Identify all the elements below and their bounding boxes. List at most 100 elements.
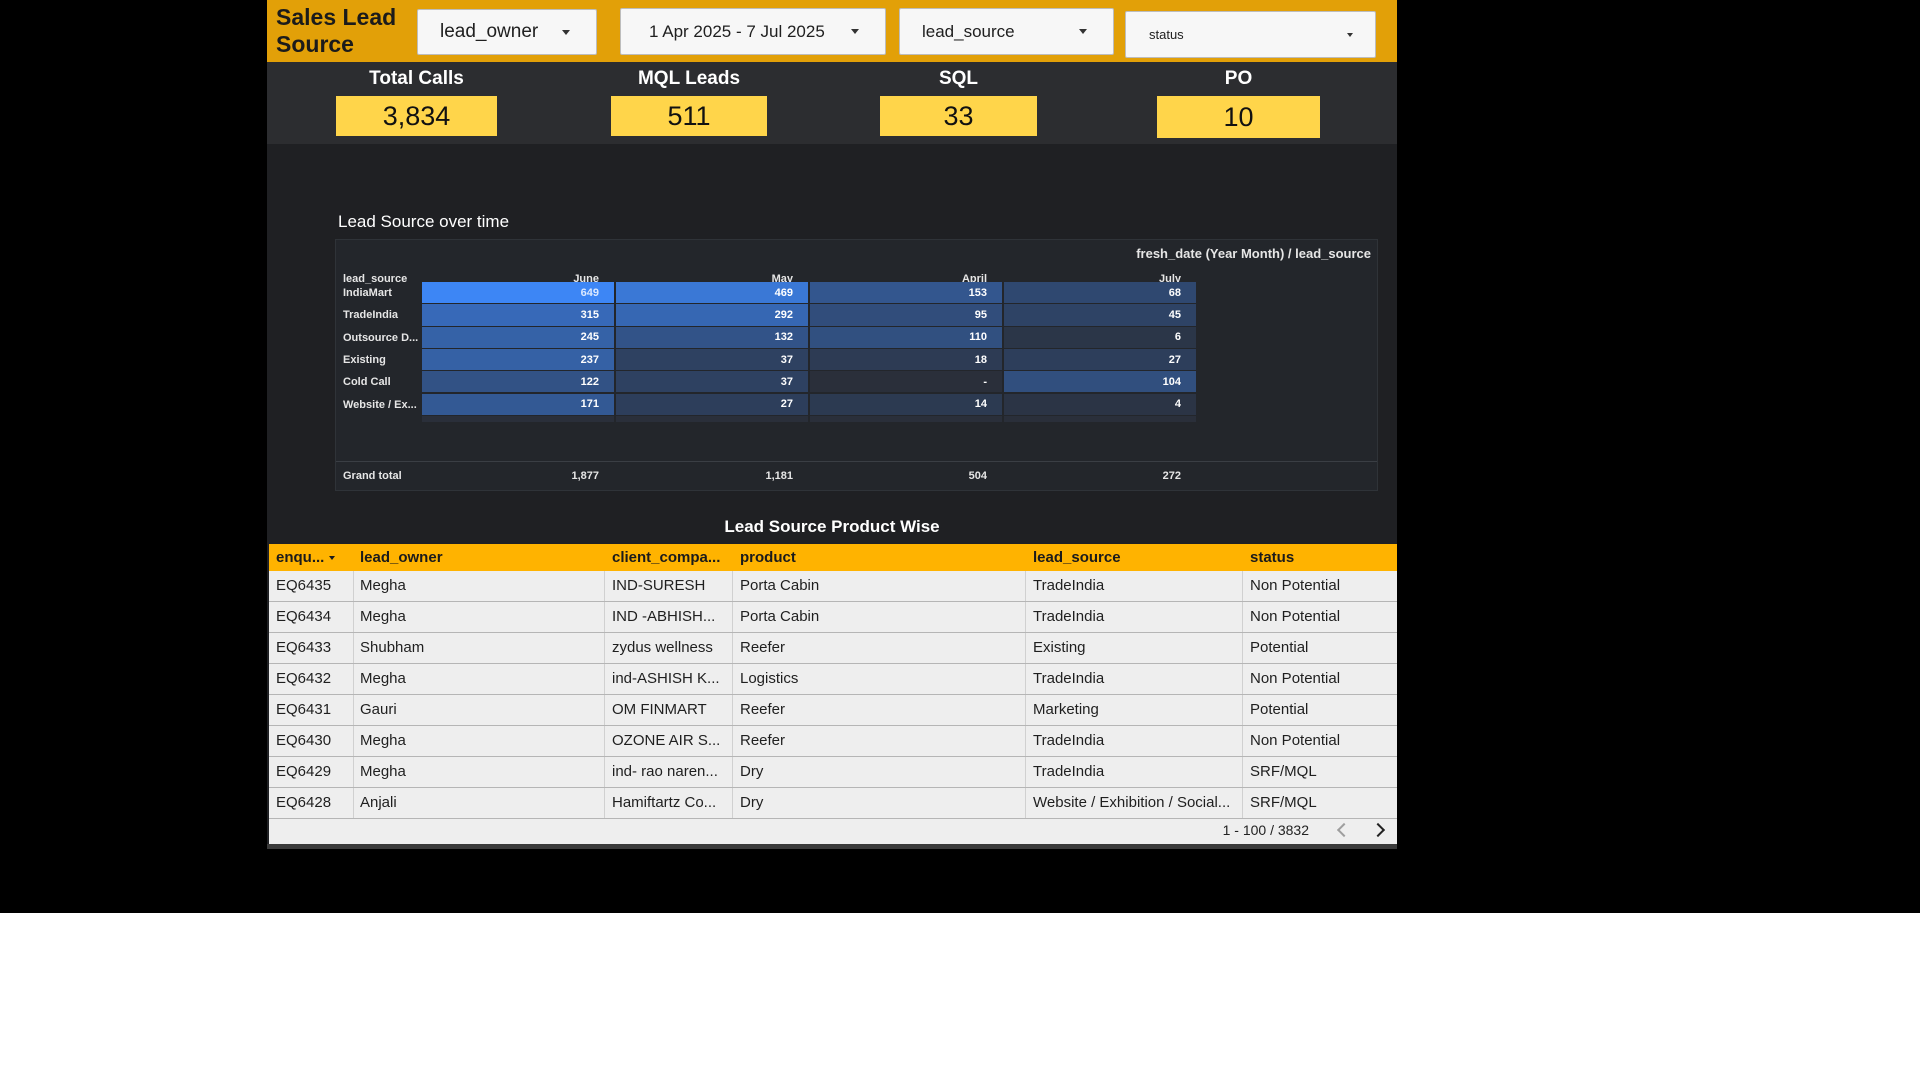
column-header-label: status <box>1250 549 1295 566</box>
grand-total-cell: 1,181 <box>765 470 793 482</box>
grand-total-cell: 504 <box>968 470 987 482</box>
dropdown-arrow-icon <box>1347 32 1353 37</box>
column-header[interactable]: lead_owner <box>360 544 443 571</box>
previous-page-icon[interactable] <box>1336 822 1352 838</box>
kpi-label: PO <box>1224 68 1253 89</box>
dropdown-arrow-icon <box>851 29 859 34</box>
grand-total-cell: 1,877 <box>571 470 599 482</box>
column-header-label: enqu... <box>276 549 325 566</box>
kpi-sql: SQL 33 <box>880 62 1037 136</box>
kpi-label: MQL Leads <box>637 68 741 89</box>
table-cell: EQ6432 <box>276 670 332 687</box>
table-row[interactable]: EQ6435 Megha IND-SURESH Porta Cabin TradeInd… <box>269 571 1397 602</box>
pivot-cell: 153 <box>810 282 1002 304</box>
kpi-value: 3,834 <box>336 96 497 136</box>
pivot-dimension-label: fresh_date (Year Month) / lead_source <box>1136 246 1371 261</box>
pivot-cell: 14 <box>810 393 1002 415</box>
dropdown-arrow-icon <box>1079 29 1087 34</box>
pivot-cell: 110 <box>810 326 1002 348</box>
page-title: Sales Lead Source <box>276 4 397 57</box>
kpi-po: PO 10 <box>1157 62 1320 138</box>
table-cell: TradeIndia <box>1033 577 1105 594</box>
column-header-label: lead_source <box>1033 549 1121 566</box>
table-cell: TradeIndia <box>1033 670 1105 687</box>
column-header[interactable]: lead_source <box>1033 544 1121 571</box>
column-header[interactable]: client_compa... <box>612 544 720 571</box>
pivot-cell: 315 <box>422 304 614 326</box>
table-row[interactable]: EQ6428 Anjali Hamiftartz Co... Dry Website /… <box>269 788 1397 819</box>
table-cell: Potential <box>1250 639 1309 656</box>
table-row[interactable]: EQ6432 Megha ind-ASHISH K... Logistics Trade… <box>269 664 1397 695</box>
pivot-row-header: lead_source <box>343 273 408 285</box>
table-row[interactable]: EQ6433 Shubham zydus wellness Reefer Existin… <box>269 633 1397 664</box>
table-cell: EQ6430 <box>276 732 332 749</box>
table-row[interactable]: EQ6430 Megha OZONE AIR S... Reefer TradeIndi… <box>269 726 1397 757</box>
grand-total-cell: 272 <box>1162 470 1181 482</box>
table-cell: Marketing <box>1033 701 1099 718</box>
pivot-row-label: Website / Ex... <box>343 398 417 411</box>
table-cell: EQ6428 <box>276 794 332 811</box>
table-cell: Megha <box>360 763 406 780</box>
pivot-cell: 122 <box>422 371 614 393</box>
next-page-icon[interactable] <box>1370 822 1386 838</box>
table-cell: Reefer <box>740 701 786 718</box>
table-cell: Megha <box>360 577 406 594</box>
pivot-cell: 95 <box>810 304 1002 326</box>
kpi-total-calls: Total Calls 3,834 <box>336 62 497 136</box>
pivot-divider <box>336 461 1377 462</box>
table-cell: Porta Cabin <box>740 577 820 594</box>
lead-source-filter-label: lead_source <box>922 21 1015 41</box>
table-cell: Potential <box>1250 701 1309 718</box>
column-header-label: lead_owner <box>360 549 443 566</box>
table-row[interactable]: EQ6431 Gauri OM FINMART Reefer Marketing Pote… <box>269 695 1397 726</box>
dropdown-arrow-icon <box>562 29 570 35</box>
pivot-filler <box>1004 415 1196 422</box>
pivot-table[interactable]: fresh_date (Year Month) / lead_source le… <box>335 239 1378 491</box>
table-row[interactable]: EQ6434 Megha IND -ABHISH... Porta Cabin Trad… <box>269 602 1397 633</box>
pivot-cell: 68 <box>1004 282 1196 304</box>
pivot-row-label: TradeIndia <box>343 309 399 322</box>
column-header[interactable]: product <box>740 544 796 571</box>
kpi-label: SQL <box>938 68 979 89</box>
table-cell: EQ6429 <box>276 763 332 780</box>
table-cell: SRF/MQL <box>1250 794 1317 811</box>
kpi-value: 33 <box>880 96 1037 136</box>
table-cell: Hamiftartz Co... <box>612 794 717 811</box>
table-cell: Megha <box>360 670 406 687</box>
table-row[interactable]: EQ6429 Megha ind- rao naren... Dry TradeIndi… <box>269 757 1397 788</box>
pivot-cell: 45 <box>1004 304 1196 326</box>
pivot-cell: 27 <box>616 393 808 415</box>
lead-owner-filter-label: lead_owner <box>440 21 539 42</box>
pivot-cell: 132 <box>616 326 808 348</box>
pivot-row-label: Existing <box>343 353 386 366</box>
sort-descending-icon[interactable] <box>329 556 336 561</box>
pivot-cell: 237 <box>422 348 614 371</box>
date-range-filter[interactable]: 1 Apr 2025 - 7 Jul 2025 <box>620 8 886 55</box>
pivot-cell: 27 <box>1004 348 1196 371</box>
table-cell: ind- rao naren... <box>612 763 718 780</box>
kpi-mql-leads: MQL Leads 511 <box>611 62 767 136</box>
pivot-row-label: IndiaMart <box>343 287 392 299</box>
pivot-filler <box>810 415 1002 422</box>
table-title: Lead Source Product Wise <box>724 517 940 536</box>
table-cell: zydus wellness <box>612 639 713 656</box>
lead-source-filter[interactable]: lead_source <box>899 8 1114 55</box>
table-cell: Shubham <box>360 639 425 656</box>
status-filter[interactable]: status <box>1125 11 1376 58</box>
pagination-label: 1 - 100 / 3832 <box>1222 822 1309 838</box>
table-header: enqu... lead_owner client_compa... product l… <box>269 544 1397 571</box>
pivot-cell: 37 <box>616 348 808 371</box>
table-cell: Non Potential <box>1250 732 1341 749</box>
kpi-value: 511 <box>611 96 767 136</box>
column-header[interactable]: status <box>1250 544 1294 571</box>
pivot-row-label: Outsource D... <box>343 331 419 344</box>
table-cell: OM FINMART <box>612 701 707 718</box>
pivot-cell: 104 <box>1004 371 1196 393</box>
kpi-label: Total Calls <box>369 68 464 89</box>
header-bar: Sales Lead Source lead_owner 1 Apr 2025 … <box>267 0 1397 62</box>
table-cell: TradeIndia <box>1033 608 1105 625</box>
column-header[interactable]: enqu... <box>276 544 336 571</box>
pagination: 1 - 100 / 3832 <box>1097 818 1397 844</box>
table-cell: Non Potential <box>1250 670 1341 687</box>
lead-owner-filter[interactable]: lead_owner <box>417 9 597 55</box>
